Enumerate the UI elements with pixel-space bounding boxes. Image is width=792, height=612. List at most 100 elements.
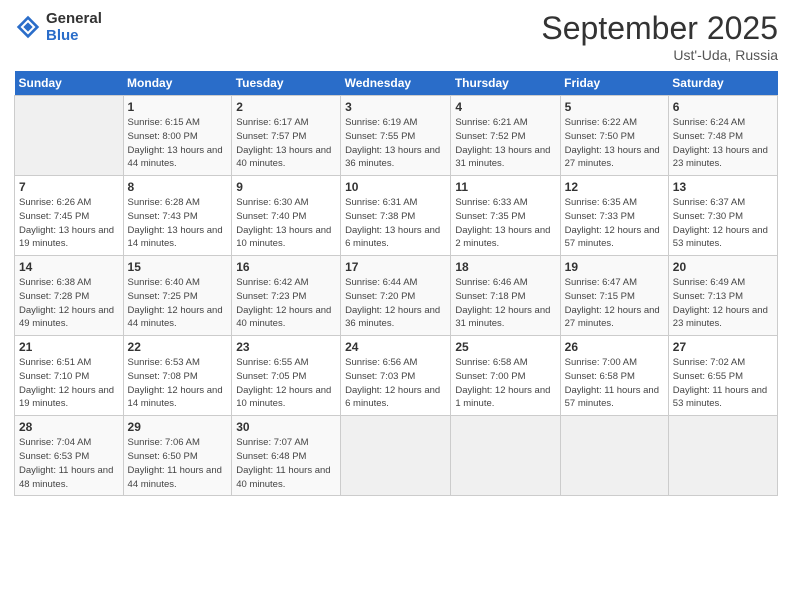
main-title: September 2025	[541, 10, 778, 47]
day-cell: 1Sunrise: 6:15 AM Sunset: 8:00 PM Daylig…	[123, 96, 232, 176]
day-number: 6	[673, 100, 773, 114]
day-cell	[668, 416, 777, 496]
day-number: 22	[128, 340, 228, 354]
day-cell: 29Sunrise: 7:06 AM Sunset: 6:50 PM Dayli…	[123, 416, 232, 496]
day-number: 29	[128, 420, 228, 434]
day-cell: 23 Sunrise: 6:55 AM Sunset: 7:05 PM Dayli…	[232, 336, 341, 416]
day-info: Sunrise: 6:40 AM Sunset: 7:25 PM Dayligh…	[128, 276, 228, 331]
day-cell: 8 Sunrise: 6:28 AM Sunset: 7:43 PM Daylig…	[123, 176, 232, 256]
day-info: Sunrise: 6:37 AM Sunset: 7:30 PM Dayligh…	[673, 196, 773, 251]
day-cell: 30 Sunrise: 7:07 AM Sunset: 6:48 PM Dayli…	[232, 416, 341, 496]
day-number: 21	[19, 340, 119, 354]
day-cell: 18 Sunrise: 6:46 AM Sunset: 7:18 PM Dayli…	[451, 256, 560, 336]
day-info: Sunrise: 7:00 AM Sunset: 6:58 PM Dayligh…	[565, 356, 664, 411]
day-info: Sunrise: 6:24 AM Sunset: 7:48 PM Dayligh…	[673, 116, 773, 171]
day-number: 2	[236, 100, 336, 114]
day-info: Sunrise: 6:44 AM Sunset: 7:20 PM Dayligh…	[345, 276, 446, 331]
logo-text: General Blue	[46, 10, 102, 44]
day-cell: 16Sunrise: 6:42 AM Sunset: 7:23 PM Dayli…	[232, 256, 341, 336]
day-number: 15	[128, 260, 228, 274]
day-info: Sunrise: 6:42 AM Sunset: 7:23 PM Dayligh…	[236, 276, 336, 331]
day-cell: 14 Sunrise: 6:38 AM Sunset: 7:28 PM Dayli…	[15, 256, 124, 336]
day-cell: 22Sunrise: 6:53 AM Sunset: 7:08 PM Dayli…	[123, 336, 232, 416]
day-info: Sunrise: 6:58 AM Sunset: 7:00 PM Dayligh…	[455, 356, 555, 411]
logo: General Blue	[14, 10, 102, 44]
day-cell: 3 Sunrise: 6:19 AM Sunset: 7:55 PM Daylig…	[341, 96, 451, 176]
day-cell: 2 Sunrise: 6:17 AM Sunset: 7:57 PM Daylig…	[232, 96, 341, 176]
day-cell: 4 Sunrise: 6:21 AM Sunset: 7:52 PM Daylig…	[451, 96, 560, 176]
day-info: Sunrise: 6:35 AM Sunset: 7:33 PM Dayligh…	[565, 196, 664, 251]
day-number: 23	[236, 340, 336, 354]
day-number: 30	[236, 420, 336, 434]
day-info: Sunrise: 6:55 AM Sunset: 7:05 PM Dayligh…	[236, 356, 336, 411]
col-header-monday: Monday	[123, 71, 232, 96]
day-cell: 26 Sunrise: 7:00 AM Sunset: 6:58 PM Dayli…	[560, 336, 668, 416]
header-row: SundayMondayTuesdayWednesdayThursdayFrid…	[15, 71, 778, 96]
day-info: Sunrise: 6:49 AM Sunset: 7:13 PM Dayligh…	[673, 276, 773, 331]
day-number: 4	[455, 100, 555, 114]
day-info: Sunrise: 7:07 AM Sunset: 6:48 PM Dayligh…	[236, 436, 336, 491]
day-number: 8	[128, 180, 228, 194]
day-number: 1	[128, 100, 228, 114]
col-header-sunday: Sunday	[15, 71, 124, 96]
day-info: Sunrise: 6:46 AM Sunset: 7:18 PM Dayligh…	[455, 276, 555, 331]
day-cell: 11 Sunrise: 6:33 AM Sunset: 7:35 PM Dayli…	[451, 176, 560, 256]
day-info: Sunrise: 6:51 AM Sunset: 7:10 PM Dayligh…	[19, 356, 119, 411]
col-header-wednesday: Wednesday	[341, 71, 451, 96]
calendar-table: SundayMondayTuesdayWednesdayThursdayFrid…	[14, 71, 778, 496]
day-info: Sunrise: 6:33 AM Sunset: 7:35 PM Dayligh…	[455, 196, 555, 251]
day-number: 13	[673, 180, 773, 194]
day-info: Sunrise: 6:17 AM Sunset: 7:57 PM Dayligh…	[236, 116, 336, 171]
day-cell: 13 Sunrise: 6:37 AM Sunset: 7:30 PM Dayli…	[668, 176, 777, 256]
day-number: 20	[673, 260, 773, 274]
day-number: 11	[455, 180, 555, 194]
col-header-tuesday: Tuesday	[232, 71, 341, 96]
col-header-saturday: Saturday	[668, 71, 777, 96]
day-cell	[341, 416, 451, 496]
day-number: 3	[345, 100, 446, 114]
day-cell: 15 Sunrise: 6:40 AM Sunset: 7:25 PM Dayli…	[123, 256, 232, 336]
week-row-1: 7Sunrise: 6:26 AM Sunset: 7:45 PM Daylig…	[15, 176, 778, 256]
day-info: Sunrise: 6:31 AM Sunset: 7:38 PM Dayligh…	[345, 196, 446, 251]
day-number: 19	[565, 260, 664, 274]
week-row-0: 1Sunrise: 6:15 AM Sunset: 8:00 PM Daylig…	[15, 96, 778, 176]
day-cell: 6 Sunrise: 6:24 AM Sunset: 7:48 PM Daylig…	[668, 96, 777, 176]
day-cell: 7Sunrise: 6:26 AM Sunset: 7:45 PM Daylig…	[15, 176, 124, 256]
day-cell: 9 Sunrise: 6:30 AM Sunset: 7:40 PM Daylig…	[232, 176, 341, 256]
week-row-3: 21 Sunrise: 6:51 AM Sunset: 7:10 PM Dayli…	[15, 336, 778, 416]
logo-general: General	[46, 10, 102, 27]
day-info: Sunrise: 6:56 AM Sunset: 7:03 PM Dayligh…	[345, 356, 446, 411]
day-info: Sunrise: 6:22 AM Sunset: 7:50 PM Dayligh…	[565, 116, 664, 171]
logo-blue: Blue	[46, 27, 102, 44]
day-info: Sunrise: 7:04 AM Sunset: 6:53 PM Dayligh…	[19, 436, 119, 491]
day-info: Sunrise: 6:19 AM Sunset: 7:55 PM Dayligh…	[345, 116, 446, 171]
day-info: Sunrise: 6:47 AM Sunset: 7:15 PM Dayligh…	[565, 276, 664, 331]
logo-icon	[14, 13, 42, 41]
day-number: 9	[236, 180, 336, 194]
day-info: Sunrise: 6:30 AM Sunset: 7:40 PM Dayligh…	[236, 196, 336, 251]
day-cell: 17Sunrise: 6:44 AM Sunset: 7:20 PM Dayli…	[341, 256, 451, 336]
day-cell	[560, 416, 668, 496]
day-cell: 10 Sunrise: 6:31 AM Sunset: 7:38 PM Dayli…	[341, 176, 451, 256]
day-info: Sunrise: 6:38 AM Sunset: 7:28 PM Dayligh…	[19, 276, 119, 331]
col-header-thursday: Thursday	[451, 71, 560, 96]
day-number: 25	[455, 340, 555, 354]
day-number: 26	[565, 340, 664, 354]
day-info: Sunrise: 6:26 AM Sunset: 7:45 PM Dayligh…	[19, 196, 119, 251]
day-number: 24	[345, 340, 446, 354]
day-number: 18	[455, 260, 555, 274]
day-number: 27	[673, 340, 773, 354]
day-number: 5	[565, 100, 664, 114]
title-block: September 2025 Ust'-Uda, Russia	[541, 10, 778, 63]
week-row-2: 14 Sunrise: 6:38 AM Sunset: 7:28 PM Dayli…	[15, 256, 778, 336]
day-cell	[451, 416, 560, 496]
day-cell	[15, 96, 124, 176]
day-cell: 28Sunrise: 7:04 AM Sunset: 6:53 PM Dayli…	[15, 416, 124, 496]
day-info: Sunrise: 6:21 AM Sunset: 7:52 PM Dayligh…	[455, 116, 555, 171]
day-info: Sunrise: 7:02 AM Sunset: 6:55 PM Dayligh…	[673, 356, 773, 411]
day-number: 14	[19, 260, 119, 274]
day-cell: 24 Sunrise: 6:56 AM Sunset: 7:03 PM Dayli…	[341, 336, 451, 416]
day-number: 10	[345, 180, 446, 194]
day-info: Sunrise: 6:28 AM Sunset: 7:43 PM Dayligh…	[128, 196, 228, 251]
day-cell: 12Sunrise: 6:35 AM Sunset: 7:33 PM Dayli…	[560, 176, 668, 256]
